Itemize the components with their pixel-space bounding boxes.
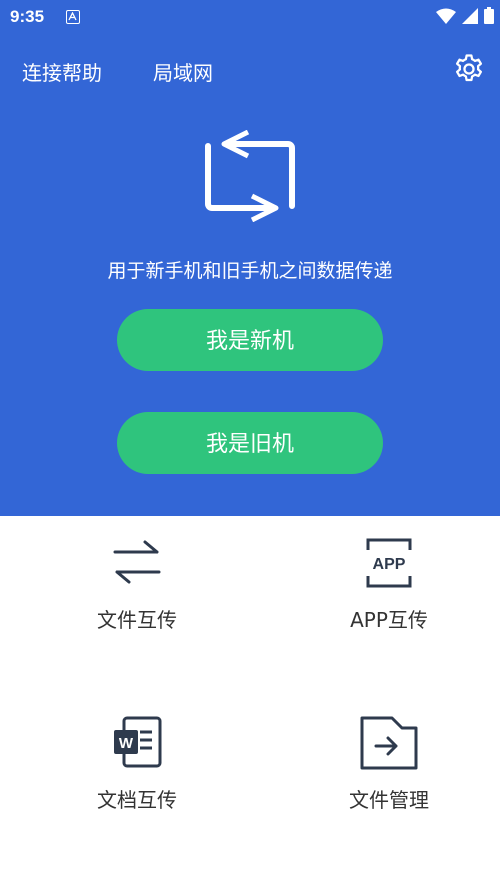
feature-label: APP互传 [350,608,428,632]
swap-arrows-icon [113,540,161,584]
lan-link[interactable]: 局域网 [153,57,213,86]
folder-arrow-icon [360,716,418,770]
status-time: 9:35 [10,7,45,26]
app-icon-text: APP [373,556,406,573]
notification-icon [66,10,80,24]
hero-tagline: 用于新手机和旧手机之间数据传递 [107,260,393,282]
word-document-icon: W [114,716,162,768]
transfer-cycle-icon [205,130,295,222]
hero-section: 9:35 连接帮助 局域网 用于新手机和旧手机之间数据传递 我是新机 我是旧机 [0,0,500,516]
wifi-icon [436,8,456,24]
new-phone-button[interactable]: 我是新机 [117,309,383,371]
app-icon: APP [366,538,412,588]
battery-icon [484,7,494,24]
connection-help-link[interactable]: 连接帮助 [22,57,102,86]
document-transfer-item[interactable]: W 文档互传 [12,716,262,826]
old-phone-button[interactable]: 我是旧机 [117,412,383,474]
word-icon-text: W [119,735,134,752]
status-bar: 9:35 [0,0,500,34]
app-transfer-item[interactable]: APP APP互传 [264,536,500,646]
feature-label: 文档互传 [97,788,177,812]
settings-gear-icon[interactable] [452,52,486,86]
feature-label: 文件管理 [349,788,429,812]
file-transfer-item[interactable]: 文件互传 [12,536,262,646]
feature-label: 文件互传 [97,608,177,632]
file-management-item[interactable]: 文件管理 [264,716,500,826]
signal-icon [462,7,478,24]
